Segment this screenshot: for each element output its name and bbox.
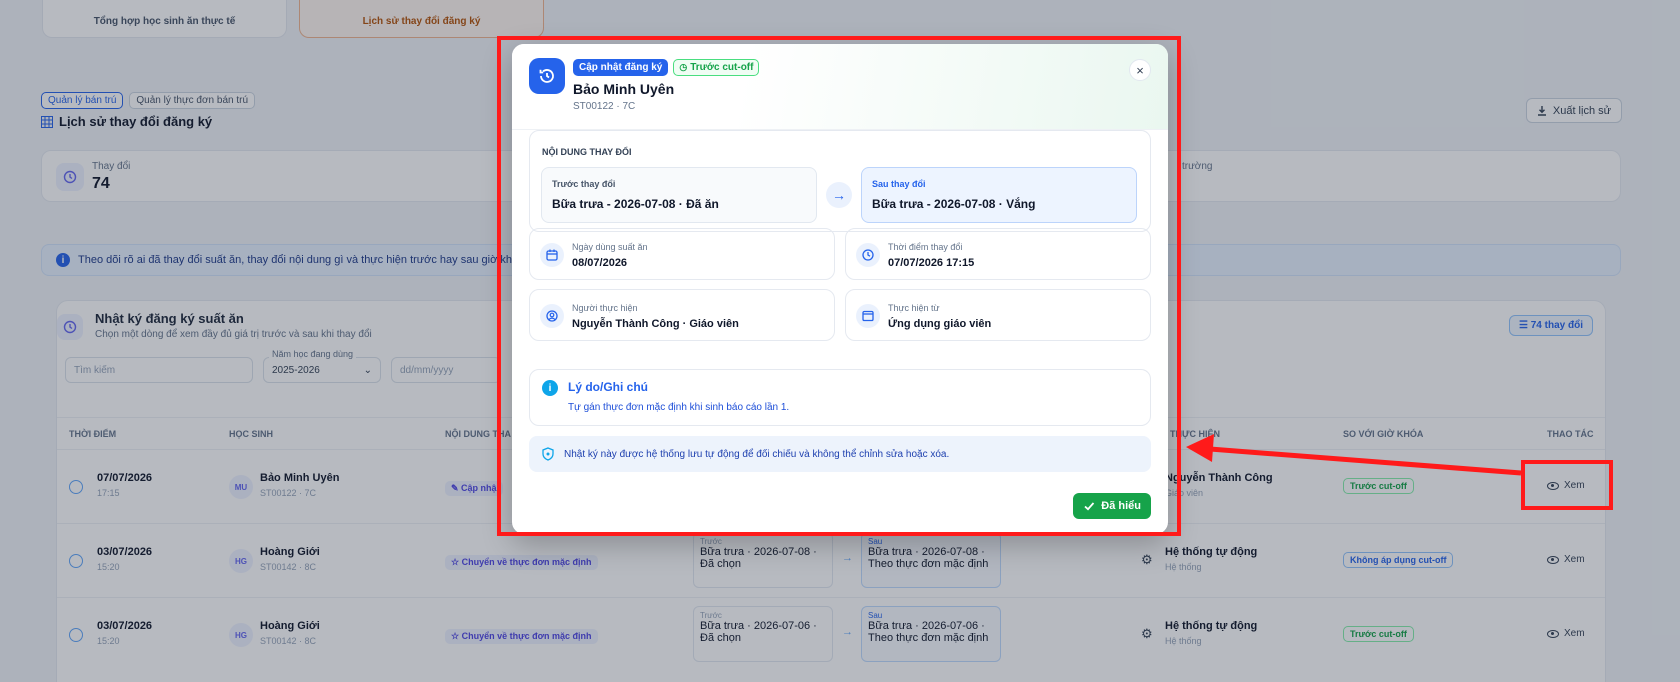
annotation-modal-highlight [497, 36, 1181, 536]
annotation-view-highlight [1521, 460, 1613, 510]
